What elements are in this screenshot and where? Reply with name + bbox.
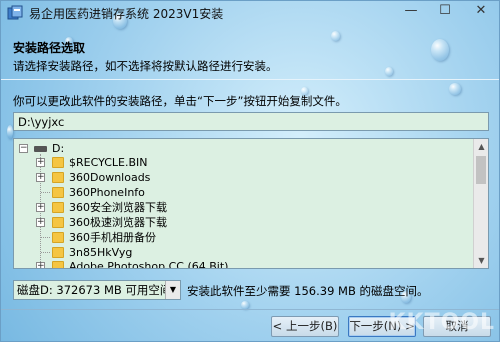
water-drop-decoration (449, 83, 461, 95)
tree-root-row[interactable]: − D: (14, 141, 474, 156)
tree-item-label: 360极速浏览器下载 (69, 216, 167, 229)
drive-icon (34, 146, 47, 152)
tree-item[interactable]: 360手机相册备份 (14, 230, 474, 245)
collapse-icon[interactable]: − (19, 144, 28, 153)
chevron-down-icon[interactable]: ▼ (165, 281, 180, 299)
back-button[interactable]: < 上一步(B) (271, 316, 339, 337)
tree-item-label: 3n85HkVyg (69, 246, 133, 259)
tree-item-label: 360手机相册备份 (69, 231, 156, 244)
minimize-button[interactable]: — (395, 1, 427, 23)
tree-connector (41, 252, 50, 253)
folder-tree[interactable]: − D: + $RECYCLE.BIN + 360Downloads 360Ph… (13, 138, 489, 269)
tree-item-label: 360PhoneInfo (69, 186, 145, 199)
tree-root-label: D: (52, 142, 65, 155)
close-button[interactable]: ✕ (465, 1, 497, 23)
folder-icon (52, 232, 64, 243)
instruction-text: 你可以更改此软件的安装路径，单击“下一步”按钮开始复制文件。 (13, 94, 347, 108)
installer-window: 易企用医药进销存系统 2023V1安装 — ☐ ✕ 安装路径选取 请选择安装路径… (0, 0, 500, 342)
tree-item[interactable]: 360PhoneInfo (14, 185, 474, 200)
water-drop-decoration (331, 31, 340, 41)
drive-select-value: 磁盘D: 372673 MB 可用空间 (17, 283, 172, 297)
folder-icon (52, 247, 64, 258)
drive-select[interactable]: 磁盘D: 372673 MB 可用空间 ▼ (13, 280, 181, 300)
tree-item[interactable]: + Adobe Photoshop CC (64 Bit) (14, 259, 474, 269)
expand-icon[interactable]: + (36, 262, 45, 268)
expand-icon[interactable]: + (36, 203, 45, 212)
tree-item[interactable]: + 360极速浏览器下载 (14, 215, 474, 230)
title-bar[interactable]: 易企用医药进销存系统 2023V1安装 — ☐ ✕ (1, 1, 499, 25)
water-drop-decoration (385, 67, 393, 76)
tree-connector (41, 237, 50, 238)
tree-item[interactable]: + $RECYCLE.BIN (14, 155, 474, 170)
install-path-field[interactable]: D:\yyjxc (13, 112, 489, 131)
scroll-up-icon[interactable]: ▲ (474, 139, 488, 154)
tree-item-label: 360Downloads (69, 171, 151, 184)
tree-item-label: 360安全浏览器下载 (69, 201, 167, 214)
expand-icon[interactable]: + (36, 173, 45, 182)
step-subtitle: 请选择安装路径，如不选择将按默认路径进行安装。 (13, 59, 278, 73)
folder-icon (52, 261, 64, 268)
water-drop-decoration (241, 301, 249, 309)
tree-item-label: $RECYCLE.BIN (69, 156, 148, 169)
water-drop-decoration (431, 39, 449, 61)
watermark-logo: KKTOOL (388, 310, 495, 335)
scroll-down-icon[interactable]: ▼ (474, 253, 488, 268)
tree-item[interactable]: + 360安全浏览器下载 (14, 200, 474, 215)
tree-item[interactable]: 3n85HkVyg (14, 245, 474, 260)
folder-icon (52, 172, 64, 183)
scroll-thumb[interactable] (476, 156, 486, 184)
tree-connector (41, 192, 50, 193)
step-title: 安装路径选取 (13, 41, 86, 55)
window-title: 易企用医药进销存系统 2023V1安装 (29, 7, 224, 21)
maximize-button[interactable]: ☐ (429, 1, 461, 23)
tree-item-label: Adobe Photoshop CC (64 Bit) (69, 260, 229, 269)
installer-app-icon (7, 5, 23, 20)
folder-icon (52, 157, 64, 168)
expand-icon[interactable]: + (36, 158, 45, 167)
tree-item[interactable]: + 360Downloads (14, 170, 474, 185)
required-space-note: 安装此软件至少需要 156.39 MB 的磁盘空间。 (187, 284, 429, 298)
folder-icon (52, 202, 64, 213)
tree-scrollbar[interactable]: ▲ ▼ (473, 139, 488, 268)
folder-icon (52, 187, 64, 198)
header-divider (1, 79, 499, 80)
folder-icon (52, 217, 64, 228)
expand-icon[interactable]: + (36, 218, 45, 227)
